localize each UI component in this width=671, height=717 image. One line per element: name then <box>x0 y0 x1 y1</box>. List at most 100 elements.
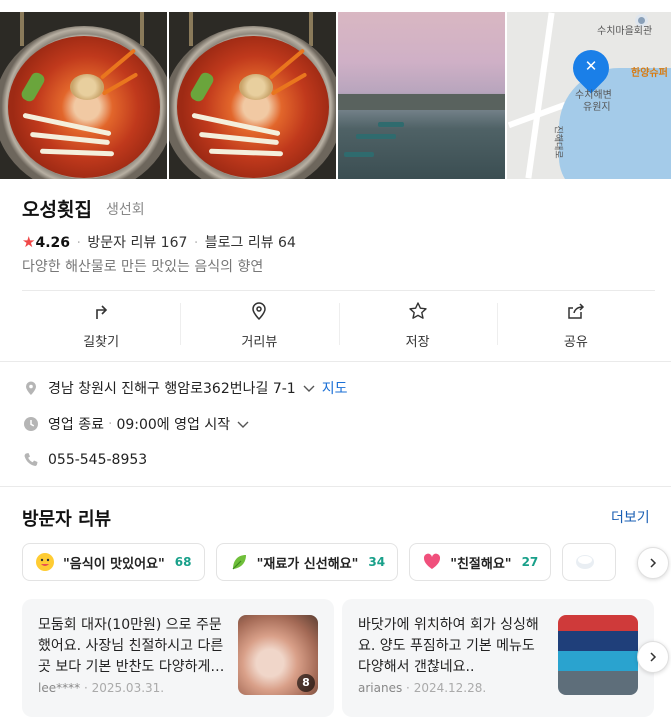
boat-shape <box>356 134 396 139</box>
soup-image <box>177 36 329 178</box>
reviews-next-button[interactable] <box>637 641 669 673</box>
separator-dot: · <box>406 681 414 695</box>
map-label-road: 진해대로 <box>552 125 563 159</box>
divider <box>0 361 671 362</box>
opening-time: 09:00에 영업 시작 <box>116 417 231 433</box>
keyword-chip[interactable] <box>562 543 617 581</box>
keyword-chip-count: 34 <box>368 555 386 569</box>
skewer-decoration <box>309 12 313 46</box>
keyword-chip[interactable]: "재료가 신선해요" 34 <box>215 543 399 581</box>
chevron-right-icon <box>650 558 657 568</box>
photo-count-badge: 8 <box>297 674 315 692</box>
place-description: 다양한 해산물로 만든 맛있는 음식의 향연 <box>22 259 264 275</box>
separator-dot: · <box>76 235 81 251</box>
phone-icon <box>24 453 38 466</box>
star-icon: ★ <box>22 233 36 251</box>
business-status: 영업 종료 <box>48 417 104 433</box>
keyword-chip-list: "음식이 맛있어요" 68 "재료가 신선해요" 34 "친절해요" 27 <box>22 543 671 583</box>
share-icon <box>497 301 655 325</box>
harbor-photo[interactable] <box>338 12 505 179</box>
address-text: 경남 창원시 진해구 행암로362번나길 7-1 <box>48 381 296 397</box>
map-water <box>559 68 671 179</box>
location-icon <box>26 381 36 395</box>
keyword-chip[interactable]: "음식이 맛있어요" 68 <box>22 543 205 581</box>
separator-dot: · <box>193 235 199 251</box>
place-name: 오성횟집 <box>22 199 92 221</box>
save-button[interactable]: 저장 <box>338 297 497 355</box>
food-photo[interactable] <box>169 12 336 179</box>
divider <box>22 290 655 291</box>
review-date: 2024.12.28. <box>413 681 487 695</box>
yummy-face-icon <box>36 553 54 571</box>
leaf-icon <box>232 555 246 570</box>
sesame-topping <box>239 74 273 100</box>
keyword-chip[interactable]: "친절해요" 27 <box>409 543 552 581</box>
blog-review-count[interactable]: 블로그 리뷰 64 <box>205 235 296 251</box>
phone-number[interactable]: 055-545-8953 <box>48 452 147 468</box>
keyword-chip-count: 68 <box>174 555 192 569</box>
skewer-decoration <box>140 12 144 46</box>
map-label-hall: 수치마을회관 <box>597 26 653 37</box>
visitor-review-count[interactable]: 방문자 리뷰 167 <box>87 235 187 251</box>
map-thumbnail[interactable]: 수치마을회관 ✕ 한양슈퍼 수치해변 유원지 진해대로 <box>507 12 671 179</box>
directions-label: 길찾기 <box>83 335 120 350</box>
heart-icon <box>424 553 441 569</box>
review-stats: ★4.26 · 방문자 리뷰 167 · 블로그 리뷰 64 <box>22 232 296 252</box>
map-road <box>525 12 555 179</box>
soup-image <box>8 36 160 178</box>
more-reviews-link[interactable]: 더보기 <box>611 507 650 527</box>
share-button[interactable]: 공유 <box>496 297 655 355</box>
map-label-shop: 한양슈퍼 <box>631 68 668 79</box>
map-link[interactable]: 지도 <box>322 378 348 398</box>
rating-value: 4.26 <box>35 235 70 251</box>
boat-shape <box>378 122 404 127</box>
share-label: 공유 <box>563 335 588 350</box>
place-category: 생선회 <box>106 202 145 218</box>
skewer-decoration <box>189 12 193 46</box>
keyword-chip-text: "음식이 맛있어요" <box>63 556 165 572</box>
phone-row: 055-545-8953 <box>22 451 147 469</box>
skewer-decoration <box>20 12 24 46</box>
keyword-chip-count: 27 <box>521 555 539 569</box>
clock-icon <box>24 417 38 431</box>
directions-button[interactable]: 길찾기 <box>22 297 180 355</box>
address-row: 경남 창원시 진해구 행암로362번나길 7-1 지도 <box>22 378 347 398</box>
review-date: 2025.03.31. <box>91 681 165 695</box>
divider <box>0 486 671 487</box>
location-pin-icon <box>180 301 338 325</box>
review-user: lee**** <box>38 681 81 695</box>
keyword-chip-text: "재료가 신선해요" <box>256 556 359 572</box>
chevron-right-icon <box>650 652 657 662</box>
review-card[interactable]: 바닷가에 위치하여 회가 싱싱해요. 양도 푸짐하고 기본 메뉴도 다양해서 갠… <box>342 599 654 717</box>
hours-row[interactable]: 영업 종료 · 09:00에 영업 시작 <box>22 414 250 434</box>
street-view-label: 거리뷰 <box>241 335 278 350</box>
review-card[interactable]: 모둠회 대자(10만원) 으로 주문했어요. 사장님 친절하시고 다른 곳 보다… <box>22 599 334 717</box>
rice-bowl-icon <box>576 555 595 569</box>
save-label: 저장 <box>405 335 430 350</box>
review-meta: lee**** · 2025.03.31. <box>38 681 164 695</box>
separator-dot: · <box>107 416 113 432</box>
map-label-pin-1: 수치해변 <box>575 90 612 101</box>
map-label-pin-2: 유원지 <box>583 102 611 113</box>
chips-next-button[interactable] <box>637 547 669 579</box>
keyword-chip-text: "친절해요" <box>450 556 512 572</box>
chevron-down-icon[interactable] <box>302 381 316 395</box>
review-photo[interactable]: 8 <box>238 615 318 695</box>
food-photo[interactable] <box>0 12 167 179</box>
action-bar: 길찾기 거리뷰 저장 공유 <box>22 297 655 355</box>
review-user: arianes <box>358 681 403 695</box>
review-meta: arianes · 2024.12.28. <box>358 681 486 695</box>
reviews-section-title: 방문자 리뷰 <box>22 509 112 530</box>
fork-knife-icon: ✕ <box>584 57 598 75</box>
boat-shape <box>344 152 374 157</box>
review-photo[interactable] <box>558 615 638 695</box>
directions-icon <box>22 301 180 325</box>
chevron-down-icon[interactable] <box>236 417 250 431</box>
review-text: 모둠회 대자(10만원) 으로 주문했어요. 사장님 친절하시고 다른 곳 보다… <box>38 617 228 675</box>
sesame-topping <box>70 74 104 100</box>
review-text: 바닷가에 위치하여 회가 싱싱해요. 양도 푸짐하고 기본 메뉴도 다양해서 갠… <box>358 617 539 675</box>
street-view-button[interactable]: 거리뷰 <box>180 297 338 355</box>
photo-strip[interactable]: 수치마을회관 ✕ 한양슈퍼 수치해변 유원지 진해대로 <box>0 12 671 179</box>
separator-dot: · <box>83 681 92 695</box>
shoreline <box>338 94 505 110</box>
